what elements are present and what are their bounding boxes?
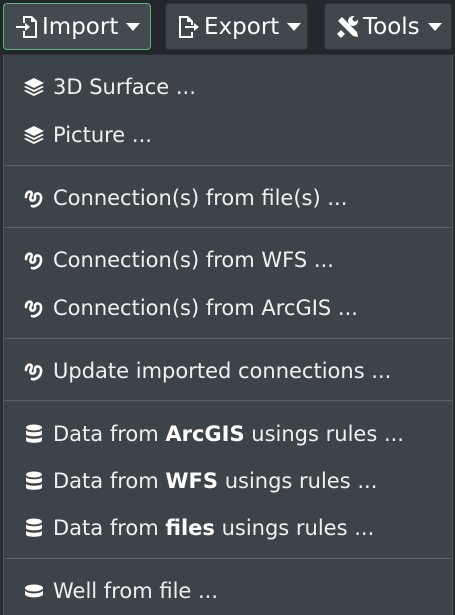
connection-icon [22, 359, 46, 383]
menu-item-well-from-file[interactable]: Well from file ... [4, 569, 452, 613]
file-import-icon [14, 14, 40, 40]
connection-icon [22, 186, 46, 210]
file-export-icon [176, 14, 202, 40]
menu-item-label: Data from ArcGIS usings rules ... [53, 422, 404, 446]
tools-icon [335, 14, 361, 40]
menu-item-label: 3D Surface ... [53, 75, 196, 99]
connection-icon [22, 296, 46, 320]
menu-item-label: Connection(s) from ArcGIS ... [53, 296, 358, 320]
layers-icon [22, 75, 46, 99]
import-button[interactable]: Import [3, 3, 151, 50]
menu-item-label: Data from files usings rules ... [53, 516, 374, 540]
tools-button[interactable]: Tools [324, 3, 452, 50]
menu-divider [4, 400, 452, 401]
menu-item-data-from-arcgis[interactable]: Data from ArcGIS usings rules ... [4, 412, 452, 456]
menu-item-connections-from-wfs[interactable]: Connection(s) from WFS ... [4, 238, 452, 282]
label-bold: files [165, 516, 215, 540]
label-prefix: Data from [53, 422, 166, 446]
label-suffix: usings rules ... [218, 469, 378, 493]
menu-item-label: Data from WFS usings rules ... [53, 469, 377, 493]
menu-divider [4, 558, 452, 559]
label-suffix: usings rules ... [214, 516, 375, 540]
label-bold: WFS [165, 469, 219, 493]
menu-item-update-imported-connections[interactable]: Update imported connections ... [4, 349, 452, 393]
layers-icon [22, 123, 46, 147]
menu-item-connections-from-arcgis[interactable]: Connection(s) from ArcGIS ... [4, 286, 452, 330]
connection-icon [22, 248, 46, 272]
label-prefix: Data from [53, 516, 166, 540]
chevron-down-icon [126, 22, 141, 31]
menu-item-data-from-wfs[interactable]: Data from WFS usings rules ... [4, 459, 452, 503]
menu-item-label: Picture ... [53, 123, 152, 147]
menu-item-label: Update imported connections ... [53, 359, 392, 383]
import-dropdown-menu: 3D Surface ... Picture ... Connection(s)… [3, 55, 453, 615]
tools-label: Tools [363, 13, 420, 40]
label-prefix: Data from [53, 469, 166, 493]
menu-item-picture[interactable]: Picture ... [4, 113, 452, 157]
menu-item-connections-from-files[interactable]: Connection(s) from file(s) ... [4, 176, 452, 220]
import-label: Import [42, 13, 119, 40]
menu-divider [4, 227, 452, 228]
chevron-down-icon [287, 22, 302, 31]
menu-item-label: Well from file ... [53, 579, 219, 603]
toolbar: Import Export Tools [0, 0, 455, 54]
database-icon [22, 422, 46, 446]
menu-item-data-from-files[interactable]: Data from files usings rules ... [4, 506, 452, 550]
database-icon [22, 516, 46, 540]
export-button[interactable]: Export [165, 3, 308, 50]
menu-divider [4, 338, 452, 339]
label-bold: ArcGIS [165, 422, 245, 446]
menu-divider [4, 165, 452, 166]
label-suffix: usings rules ... [244, 422, 404, 446]
chevron-down-icon [427, 22, 442, 31]
export-label: Export [204, 13, 280, 40]
well-icon [22, 579, 46, 603]
menu-item-label: Connection(s) from WFS ... [53, 248, 334, 272]
menu-item-label: Connection(s) from file(s) ... [53, 186, 348, 210]
menu-item-3d-surface[interactable]: 3D Surface ... [4, 65, 452, 109]
database-icon [22, 469, 46, 493]
